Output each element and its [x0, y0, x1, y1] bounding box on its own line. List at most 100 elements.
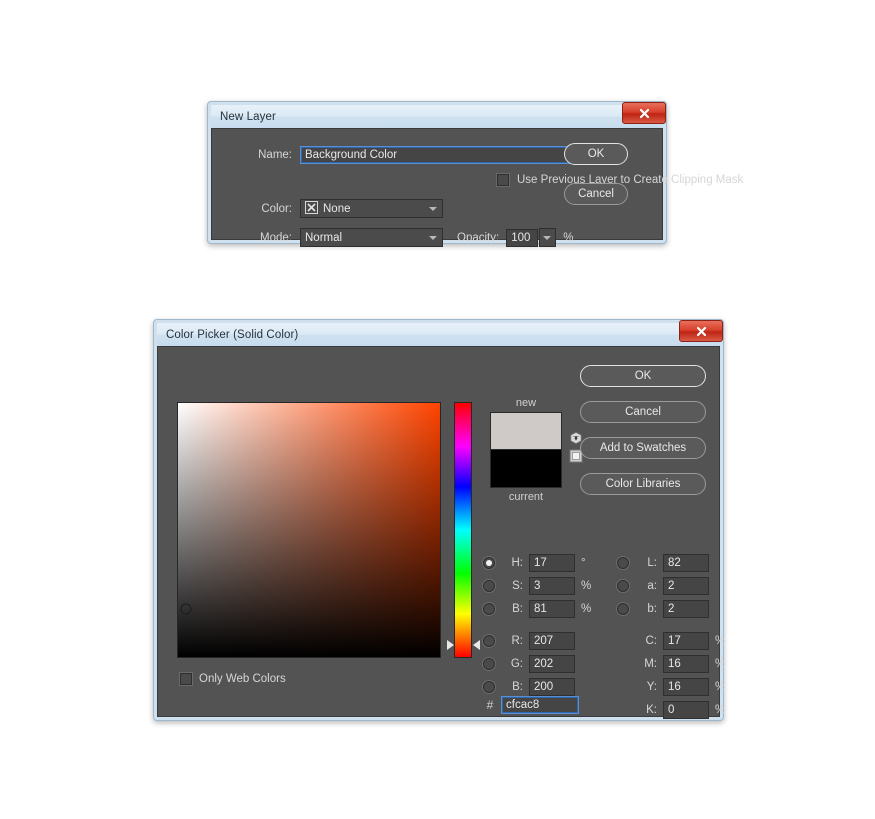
mode-label: Mode: — [244, 232, 292, 244]
hsb-value: 3 — [534, 578, 540, 594]
lab-row-a: a:2 — [617, 574, 729, 597]
color-field-marker[interactable] — [180, 603, 191, 614]
cmyk-input-y[interactable]: 16 — [663, 678, 709, 696]
radio-S[interactable] — [483, 580, 495, 592]
radio-b[interactable] — [617, 603, 629, 615]
rgb-label: R: — [501, 635, 523, 647]
add-to-swatches-button[interactable]: Add to Swatches — [580, 437, 706, 459]
rgb-value: 202 — [534, 656, 553, 672]
hex-value: cfcac8 — [506, 697, 539, 713]
cmyk-row-k: K:0% — [617, 698, 729, 721]
hsb-input-s[interactable]: 3 — [529, 577, 575, 595]
hsb-unit: ° — [581, 557, 595, 569]
only-web-colors-row[interactable]: Only Web Colors — [180, 673, 286, 685]
hue-slider-marker-right[interactable] — [473, 640, 480, 650]
hue-slider[interactable] — [454, 402, 472, 658]
mode-dropdown-value: Normal — [305, 232, 342, 244]
current-color-label: current — [490, 491, 562, 503]
rgb-label: B: — [501, 681, 523, 693]
radio-G[interactable] — [483, 658, 495, 670]
lab-input-a[interactable]: 2 — [663, 577, 709, 595]
radio-R[interactable] — [483, 635, 495, 647]
new-layer-body: Name: Background Color Use Previous Laye… — [211, 128, 663, 240]
new-layer-dialog: New Layer Name: Background Color Use Pre… — [207, 101, 667, 244]
lab-label: b: — [635, 603, 657, 615]
hsb-unit: % — [581, 603, 595, 615]
cmyk-value: 0 — [668, 702, 674, 718]
cmyk-column: C:17%M:16%Y:16%K:0% — [617, 629, 729, 721]
cmyk-input-k[interactable]: 0 — [663, 701, 709, 719]
close-icon[interactable] — [679, 320, 723, 342]
close-icon[interactable] — [622, 102, 666, 124]
new-color-swatch[interactable] — [490, 412, 562, 450]
lab-value: 2 — [668, 578, 674, 594]
hex-input[interactable]: cfcac8 — [501, 696, 579, 714]
lab-label: L: — [635, 557, 657, 569]
cmyk-row-m: M: 16% — [617, 652, 729, 675]
rgb-row-r: R: 207 — [483, 629, 595, 652]
color-picker-titlebar[interactable]: Color Picker (Solid Color) — [157, 323, 720, 346]
hsb-row-b: B:81% — [483, 597, 595, 620]
only-web-colors-label: Only Web Colors — [199, 673, 286, 685]
rgb-row-g: G:202 — [483, 652, 595, 675]
only-web-colors-checkbox[interactable] — [180, 673, 192, 685]
color-picker-cancel-button[interactable]: Cancel — [580, 401, 706, 423]
cmyk-unit: % — [715, 658, 729, 670]
cmyk-label: M: — [635, 658, 657, 670]
clipping-mask-checkbox[interactable] — [497, 174, 509, 186]
new-layer-ok-label: OK — [588, 148, 605, 160]
current-color-swatch[interactable] — [490, 450, 562, 488]
color-picker-buttons: OK Cancel Add to Swatches Color Librarie… — [580, 365, 706, 509]
cmyk-input-m[interactable]: 16 — [663, 655, 709, 673]
add-to-swatches-label: Add to Swatches — [600, 442, 686, 454]
layer-name-input[interactable]: Background Color — [300, 146, 583, 164]
hsb-row-s: S:3% — [483, 574, 595, 597]
color-dropdown-value: None — [323, 203, 351, 215]
saturation-brightness-field[interactable] — [177, 402, 441, 658]
hex-row: # cfcac8 — [483, 696, 579, 714]
color-dropdown[interactable]: None — [300, 199, 443, 218]
new-layer-cancel-label: Cancel — [578, 188, 614, 200]
radio-B[interactable] — [483, 681, 495, 693]
color-libraries-button[interactable]: Color Libraries — [580, 473, 706, 495]
cmyk-input-c[interactable]: 17 — [663, 632, 709, 650]
hsb-row-h: H: 17 ° — [483, 551, 595, 574]
color-row: Color: None — [244, 199, 443, 218]
rgb-input-g[interactable]: 202 — [529, 655, 575, 673]
chevron-down-icon — [543, 236, 551, 240]
radio-L[interactable] — [617, 557, 629, 569]
radio-H[interactable] — [483, 557, 495, 569]
chevron-down-icon — [429, 236, 437, 240]
hsb-label: H: — [501, 557, 523, 569]
opacity-unit: % — [563, 232, 573, 244]
color-picker-ok-label: OK — [635, 370, 652, 382]
new-layer-titlebar[interactable]: New Layer — [211, 105, 663, 128]
hsb-input-b[interactable]: 81 — [529, 600, 575, 618]
lab-row-l: L: 82 — [617, 551, 729, 574]
black-gradient-layer — [178, 403, 440, 657]
cmyk-value: 17 — [668, 633, 681, 649]
radio-a[interactable] — [617, 580, 629, 592]
radio-B[interactable] — [483, 603, 495, 615]
cmyk-value: 16 — [668, 656, 681, 672]
lab-input-b[interactable]: 2 — [663, 600, 709, 618]
opacity-label: Opacity: — [457, 232, 499, 244]
opacity-stepper[interactable] — [539, 228, 556, 247]
rgb-row-b: B: 200 — [483, 675, 595, 698]
rgb-input-b[interactable]: 200 — [529, 678, 575, 696]
mode-dropdown[interactable]: Normal — [300, 228, 443, 247]
new-layer-cancel-button[interactable]: Cancel — [564, 183, 628, 205]
hsb-input-h[interactable]: 17 — [529, 554, 575, 572]
color-picker-ok-button[interactable]: OK — [580, 365, 706, 387]
color-picker-dialog: Color Picker (Solid Color) — [153, 319, 724, 721]
new-layer-ok-button[interactable]: OK — [564, 143, 628, 165]
lab-value: 2 — [668, 601, 674, 617]
hue-slider-marker-left[interactable] — [447, 640, 454, 650]
lab-value: 82 — [668, 555, 681, 571]
lab-input-l[interactable]: 82 — [663, 554, 709, 572]
lab-column: L: 82 a:2 b: 2 — [617, 551, 729, 620]
rgb-input-r[interactable]: 207 — [529, 632, 575, 650]
hsb-label: S: — [501, 580, 523, 592]
cmyk-unit: % — [715, 635, 729, 647]
opacity-input[interactable]: 100 — [506, 229, 538, 247]
